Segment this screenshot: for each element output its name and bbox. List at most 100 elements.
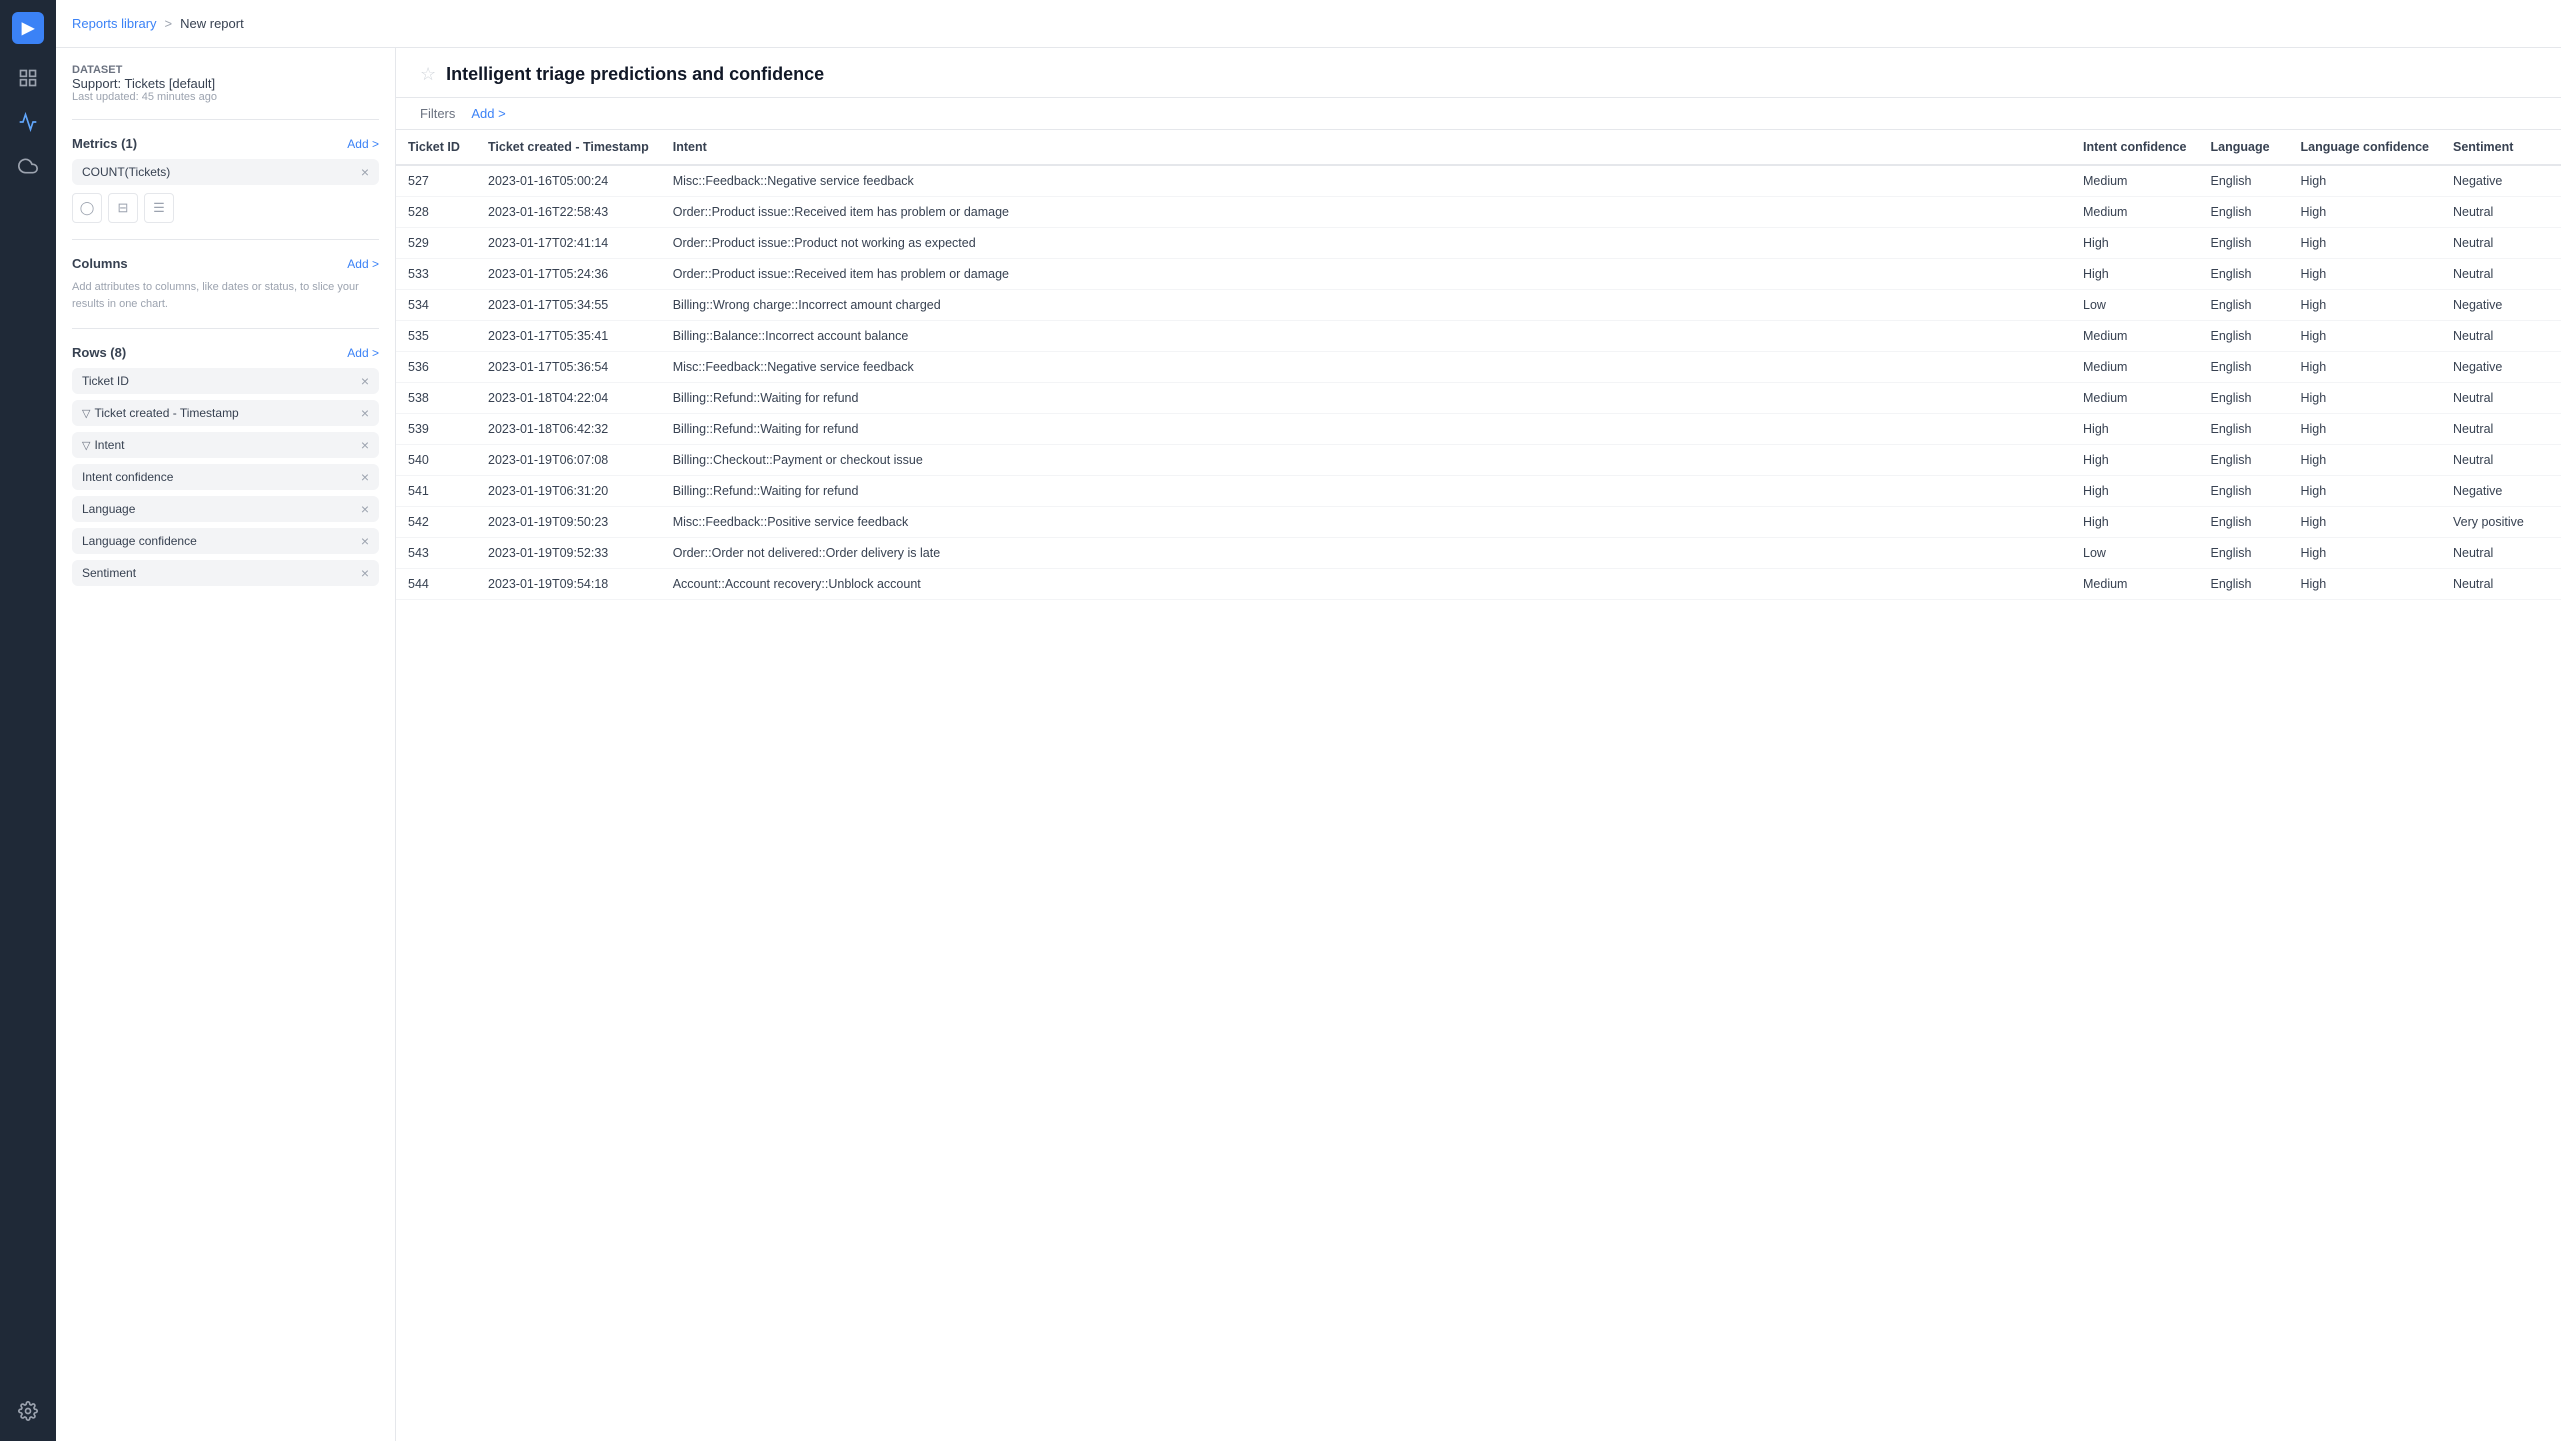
cell-intent-conf: High (2071, 445, 2198, 476)
cell-intent-conf: High (2071, 414, 2198, 445)
cell-sentiment: Neutral (2441, 569, 2561, 600)
cell-intent-conf: High (2071, 507, 2198, 538)
columns-hint: Add attributes to columns, like dates or… (72, 279, 379, 312)
row-remove-ticket-id[interactable]: × (361, 374, 369, 388)
cell-intent: Misc::Feedback::Positive service feedbac… (661, 507, 2071, 538)
rows-add[interactable]: Add > (347, 346, 379, 360)
cell-lang-conf: High (2289, 165, 2442, 197)
cell-intent: Billing::Balance::Incorrect account bala… (661, 321, 2071, 352)
row-remove-language[interactable]: × (361, 502, 369, 516)
report-header: ☆ Intelligent triage predictions and con… (396, 48, 2561, 98)
metric-chip-count: COUNT(Tickets) × (72, 159, 379, 185)
row-chip-label-intent-conf: Intent confidence (82, 470, 173, 484)
columns-add[interactable]: Add > (347, 257, 379, 271)
cell-intent-conf: Medium (2071, 321, 2198, 352)
left-nav: ▶ (0, 0, 56, 1441)
cell-language: English (2199, 445, 2289, 476)
metric-remove-button[interactable]: × (361, 165, 369, 179)
col-header-ticket-id[interactable]: Ticket ID (396, 130, 476, 165)
favorite-icon[interactable]: ☆ (420, 64, 436, 85)
table-row: 542 2023-01-19T09:50:23 Misc::Feedback::… (396, 507, 2561, 538)
cell-timestamp: 2023-01-19T06:07:08 (476, 445, 661, 476)
cell-ticket-id: 539 (396, 414, 476, 445)
cell-intent: Order::Order not delivered::Order delive… (661, 538, 2071, 569)
cell-intent-conf: Medium (2071, 569, 2198, 600)
table-row: 538 2023-01-18T04:22:04 Billing::Refund:… (396, 383, 2561, 414)
cell-ticket-id: 541 (396, 476, 476, 507)
nav-cloud[interactable] (10, 148, 46, 184)
col-header-sentiment[interactable]: Sentiment (2441, 130, 2561, 165)
row-remove-sentiment[interactable]: × (361, 566, 369, 580)
cell-timestamp: 2023-01-17T05:34:55 (476, 290, 661, 321)
cell-intent-conf: Medium (2071, 197, 2198, 228)
report-title: Intelligent triage predictions and confi… (446, 64, 824, 85)
cell-intent: Order::Product issue::Received item has … (661, 259, 2071, 290)
cell-timestamp: 2023-01-16T22:58:43 (476, 197, 661, 228)
filter-icon-intent: ▽ (82, 439, 90, 452)
col-header-timestamp[interactable]: Ticket created - Timestamp (476, 130, 661, 165)
cell-intent-conf: High (2071, 476, 2198, 507)
table-header-row: Ticket ID Ticket created - Timestamp Int… (396, 130, 2561, 165)
row-chip-label-intent: ▽ Intent (82, 438, 125, 452)
cell-lang-conf: High (2289, 476, 2442, 507)
filters-add[interactable]: Add > (471, 106, 505, 121)
cell-timestamp: 2023-01-16T05:00:24 (476, 165, 661, 197)
cell-timestamp: 2023-01-17T05:24:36 (476, 259, 661, 290)
cell-lang-conf: High (2289, 445, 2442, 476)
metric-list-icon[interactable]: ☰ (144, 193, 174, 223)
row-remove-lang-conf[interactable]: × (361, 534, 369, 548)
cell-timestamp: 2023-01-17T02:41:14 (476, 228, 661, 259)
row-chip-label-language: Language (82, 502, 135, 516)
cell-language: English (2199, 259, 2289, 290)
cell-intent-conf: High (2071, 228, 2198, 259)
cell-language: English (2199, 352, 2289, 383)
cell-intent-conf: Medium (2071, 352, 2198, 383)
dataset-info: Dataset Support: Tickets [default] Last … (72, 64, 379, 103)
cell-language: English (2199, 538, 2289, 569)
row-remove-intent-conf[interactable]: × (361, 470, 369, 484)
top-bar: Reports library > New report (56, 0, 2561, 48)
nav-analytics[interactable] (10, 104, 46, 140)
col-header-lang-conf[interactable]: Language confidence (2289, 130, 2442, 165)
row-remove-intent[interactable]: × (361, 438, 369, 452)
app-logo[interactable]: ▶ (12, 12, 44, 44)
cell-ticket-id: 528 (396, 197, 476, 228)
metric-chip-label: COUNT(Tickets) (82, 165, 170, 179)
columns-title: Columns (72, 256, 128, 271)
col-header-language[interactable]: Language (2199, 130, 2289, 165)
cell-intent-conf: Medium (2071, 383, 2198, 414)
table-row: 540 2023-01-19T06:07:08 Billing::Checkou… (396, 445, 2561, 476)
filters-bar: Filters Add > (396, 98, 2561, 130)
cell-intent-conf: Low (2071, 290, 2198, 321)
nav-dashboard[interactable] (10, 60, 46, 96)
rows-title: Rows (8) (72, 345, 126, 360)
metric-chart-icon[interactable]: ◯ (72, 193, 102, 223)
cell-ticket-id: 529 (396, 228, 476, 259)
dataset-label: Dataset (72, 64, 379, 76)
breadcrumb-library[interactable]: Reports library (72, 16, 157, 31)
metric-table-icon[interactable]: ⊟ (108, 193, 138, 223)
row-remove-timestamp[interactable]: × (361, 406, 369, 420)
cell-sentiment: Neutral (2441, 445, 2561, 476)
cell-intent-conf: Low (2071, 538, 2198, 569)
metrics-add[interactable]: Add > (347, 137, 379, 151)
cell-intent: Billing::Checkout::Payment or checkout i… (661, 445, 2071, 476)
cell-sentiment: Neutral (2441, 383, 2561, 414)
cell-lang-conf: High (2289, 383, 2442, 414)
filters-label: Filters (420, 106, 455, 121)
cell-intent: Order::Product issue::Received item has … (661, 197, 2071, 228)
cell-intent: Billing::Refund::Waiting for refund (661, 383, 2071, 414)
nav-settings[interactable] (10, 1393, 46, 1429)
breadcrumb-separator: > (165, 16, 173, 31)
row-chip-label-sentiment: Sentiment (82, 566, 136, 580)
row-chip-label-timestamp: ▽ Ticket created - Timestamp (82, 406, 239, 420)
cell-sentiment: Very positive (2441, 507, 2561, 538)
col-header-intent[interactable]: Intent (661, 130, 2071, 165)
cell-ticket-id: 533 (396, 259, 476, 290)
row-chip-lang-conf: Language confidence × (72, 528, 379, 554)
cell-language: English (2199, 290, 2289, 321)
col-header-intent-conf[interactable]: Intent confidence (2071, 130, 2198, 165)
cell-lang-conf: High (2289, 352, 2442, 383)
cell-sentiment: Neutral (2441, 259, 2561, 290)
cell-lang-conf: High (2289, 290, 2442, 321)
